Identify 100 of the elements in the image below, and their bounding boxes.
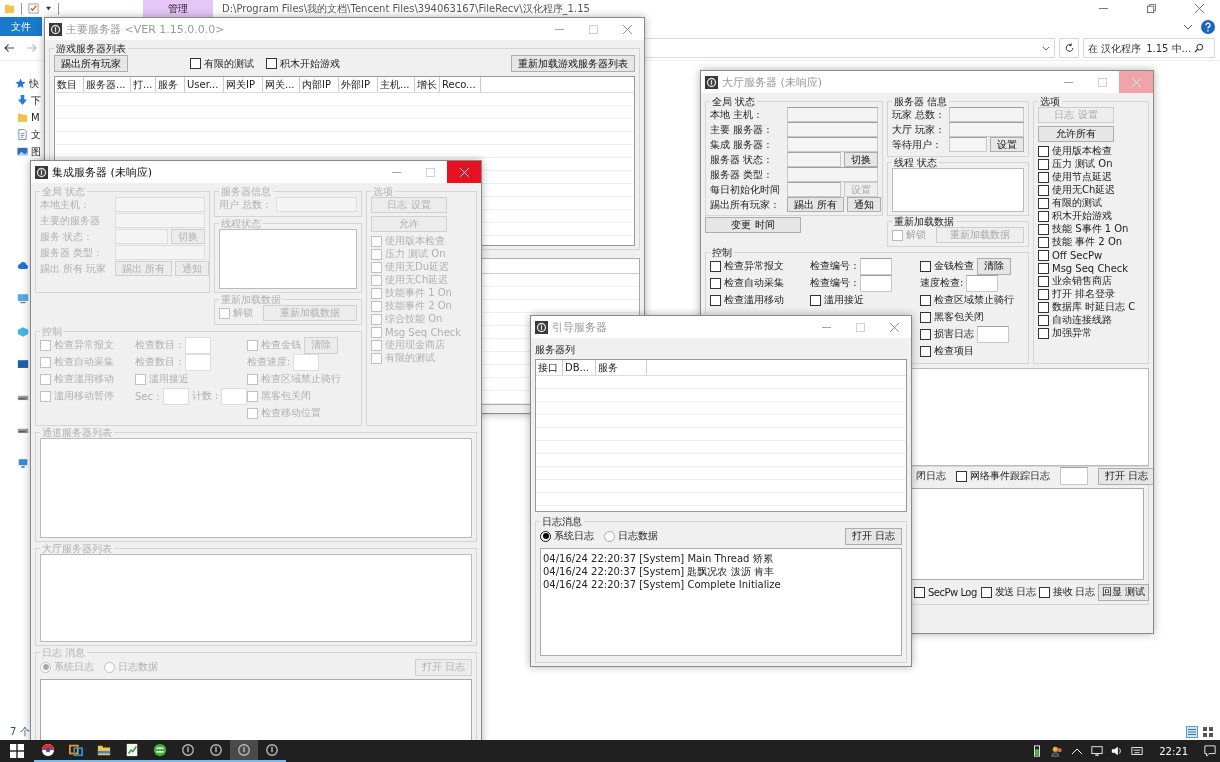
checkbox[interactable]: 网络事件跟踪日志 <box>956 469 1050 483</box>
clock[interactable]: 22:21 <box>1159 745 1188 757</box>
checkbox[interactable]: 数据库 时延日志 C <box>1038 301 1144 313</box>
input-field[interactable] <box>966 274 999 292</box>
action-button[interactable]: 重新加载游戏服务器列表 <box>511 55 635 72</box>
input-field[interactable] <box>977 325 1009 343</box>
action-button[interactable]: 设置 <box>990 137 1024 152</box>
checkbox[interactable]: 损害日志 <box>920 327 974 341</box>
sidebar-item[interactable]: M <box>0 109 40 126</box>
caret-icon[interactable] <box>45 6 52 11</box>
file-tab[interactable]: 文件 <box>0 17 42 36</box>
checkbox[interactable]: SecPw Log <box>914 586 977 598</box>
column-header[interactable]: 网关IP <box>224 77 263 92</box>
column-header[interactable]: 服务器... <box>84 77 131 92</box>
checkbox[interactable]: Off SecPw <box>1038 249 1144 261</box>
column-header[interactable]: Reco... <box>440 77 481 92</box>
column-header[interactable]: 增长 <box>415 77 440 92</box>
sidebar-item[interactable]: 图 <box>0 143 41 160</box>
action-button[interactable]: 切换 <box>844 152 878 167</box>
search-icon[interactable] <box>1194 43 1204 53</box>
dropdown-icon[interactable] <box>1042 45 1050 51</box>
input-field[interactable] <box>787 182 841 197</box>
column-header[interactable]: 数目 <box>55 77 84 92</box>
notification-icon[interactable] <box>1204 745 1216 757</box>
checklist-icon[interactable] <box>28 3 39 14</box>
desktop-icon[interactable] <box>17 359 29 370</box>
details-view-icon[interactable] <box>1186 726 1198 738</box>
input-field[interactable] <box>1060 467 1088 485</box>
action-button[interactable]: 踢出所有玩家 <box>54 55 128 72</box>
action-button[interactable]: 踢出 所有 <box>787 197 845 212</box>
help-icon[interactable] <box>1201 19 1215 34</box>
checkbox[interactable]: 使用节点延迟 <box>1038 171 1144 183</box>
input-field[interactable] <box>787 107 878 122</box>
checkbox[interactable]: 积木开始游戏 <box>1038 210 1144 222</box>
sidebar-item[interactable]: 文 <box>0 126 41 143</box>
checkbox[interactable]: 有限的测试 <box>190 56 254 71</box>
checkbox[interactable]: 加强异常 <box>1038 327 1144 339</box>
checkbox[interactable]: 使用版本检查 <box>1038 145 1144 157</box>
checkbox[interactable]: 积木开始游戏 <box>266 56 340 71</box>
tiles-view-icon[interactable] <box>1202 726 1214 738</box>
column-header[interactable]: 服务 <box>596 360 647 375</box>
radio-button[interactable]: 日志数据 <box>604 529 658 543</box>
action-button[interactable]: 通知 <box>847 197 882 212</box>
checkbox[interactable]: 检查自动采集 <box>710 276 784 290</box>
input-field[interactable] <box>949 107 1024 122</box>
checkbox[interactable]: Msg Seq Check <box>1038 262 1144 274</box>
column-header[interactable]: 主机... <box>378 77 415 92</box>
checkbox[interactable]: 使用无Ch延迟 <box>1038 184 1144 196</box>
input-field[interactable] <box>949 122 1024 137</box>
column-header[interactable]: 服务 <box>156 77 185 92</box>
column-header[interactable]: 内部IP <box>300 77 339 92</box>
input-field[interactable] <box>787 152 841 167</box>
folder-icon[interactable] <box>4 3 15 14</box>
checkbox[interactable]: 技能 S事件 1 On <box>1038 223 1144 235</box>
speaker-icon[interactable] <box>1111 745 1124 757</box>
checkbox[interactable]: 检查项目 <box>920 344 974 358</box>
action-button[interactable]: 打开 日志 <box>1098 467 1153 485</box>
keyboard-icon[interactable] <box>1131 745 1144 757</box>
checkbox[interactable]: 检查区域禁止骑行 <box>920 293 1014 307</box>
input-field[interactable] <box>787 122 878 137</box>
checkbox[interactable]: 金钱检查 <box>920 259 974 273</box>
checkbox[interactable]: 检查滥用移动 <box>710 293 784 307</box>
chevron-icon[interactable] <box>1183 23 1193 30</box>
cloud-icon[interactable] <box>17 260 29 271</box>
action-button[interactable]: 清除 <box>977 257 1011 275</box>
checkbox[interactable]: 技能 事件 2 On <box>1038 236 1144 248</box>
checkbox[interactable]: 接收 日志 <box>1039 585 1095 599</box>
input-field[interactable] <box>787 167 878 182</box>
search-field[interactable]: 在 汉化程序_1.15 中... <box>1083 38 1215 58</box>
cube-icon[interactable] <box>17 326 29 337</box>
close-button[interactable] <box>1119 71 1153 93</box>
checkbox[interactable]: 打开 排名登录 <box>1038 288 1144 300</box>
input-field[interactable] <box>949 137 987 152</box>
input-field[interactable] <box>859 257 892 275</box>
action-button[interactable]: 回显 测试 <box>1098 583 1150 601</box>
action-button[interactable]: 打开 日志 <box>844 527 902 545</box>
column-header[interactable]: 接口 <box>536 360 563 375</box>
refresh-button[interactable] <box>1059 38 1079 58</box>
computer-icon[interactable] <box>17 293 29 304</box>
network-icon[interactable] <box>1091 745 1104 757</box>
checkbox[interactable]: 压力 测试 On <box>1038 158 1144 170</box>
column-header[interactable]: 网关... <box>263 77 300 92</box>
radio-button[interactable]: 系统日志 <box>540 529 594 543</box>
checkbox[interactable]: 有限的测试 <box>1038 197 1144 209</box>
sidebar-item[interactable]: 下 <box>0 92 41 109</box>
checkbox[interactable]: 黑客包关闭 <box>920 310 984 324</box>
checkbox[interactable]: 业余销售商店 <box>1038 275 1144 287</box>
checkbox[interactable]: 发送 日志 <box>980 585 1036 599</box>
action-button[interactable]: 允许所有 <box>1038 126 1114 142</box>
ribbon-tab[interactable]: 管理 <box>143 0 213 17</box>
checkbox[interactable]: 滥用接近 <box>810 293 864 307</box>
people-icon[interactable] <box>1051 745 1064 757</box>
column-header[interactable]: 打... <box>131 77 156 92</box>
checkbox[interactable]: 自动连接线路 <box>1038 314 1144 326</box>
action-button[interactable]: 变更 时间 <box>705 217 801 233</box>
column-header[interactable]: 外部IP <box>339 77 378 92</box>
checkbox[interactable]: 检查异常报文 <box>710 259 784 273</box>
column-header[interactable]: DB... <box>563 360 596 375</box>
input-field[interactable] <box>787 137 878 152</box>
column-header[interactable]: User... <box>185 77 224 92</box>
